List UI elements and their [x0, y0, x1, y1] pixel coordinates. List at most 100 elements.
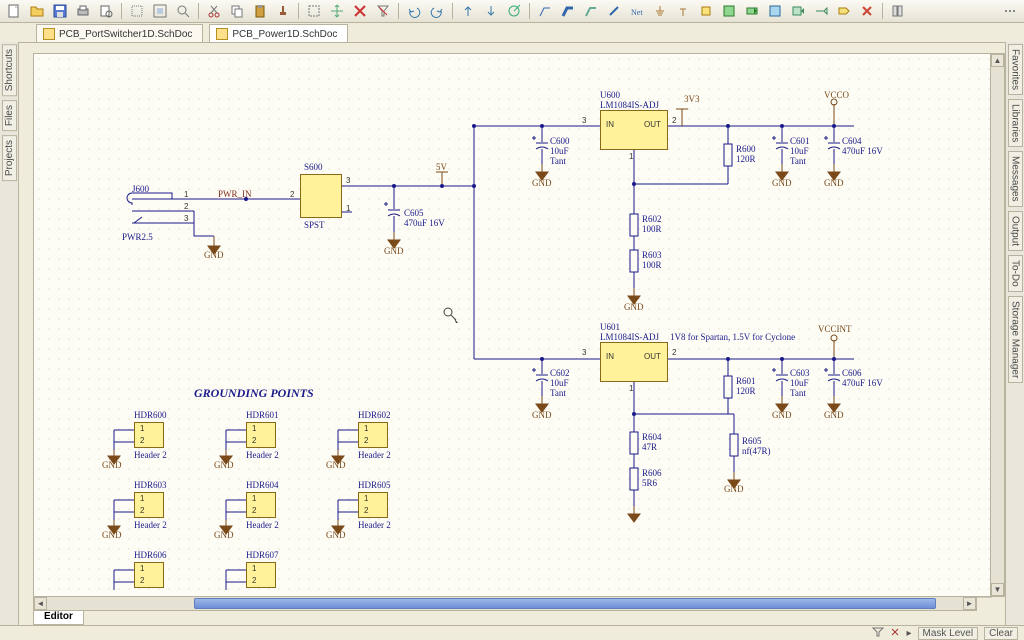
netlabel-pwr-in: PWR_IN	[218, 189, 252, 199]
browse-library-button[interactable]	[888, 1, 908, 21]
hdr606-pin1: 1	[140, 564, 144, 573]
tab-portswitcher[interactable]: PCB_PortSwitcher1D.SchDoc	[36, 24, 203, 43]
scroll-left-button[interactable]: ◄	[34, 597, 47, 610]
hdr602-gnd: GND	[326, 460, 346, 470]
j600-gnd: GND	[204, 250, 224, 260]
tab-power[interactable]: PCB_Power1D.SchDoc	[209, 24, 348, 43]
zoom-region-button[interactable]	[127, 1, 147, 21]
hdr603-gnd: GND	[102, 530, 122, 540]
c602-type: Tant	[550, 388, 566, 398]
tab-editor[interactable]: Editor	[33, 611, 84, 625]
scroll-up-button[interactable]: ▲	[991, 54, 1004, 67]
vertical-scrollbar[interactable]: ▲ ▼	[990, 53, 1005, 597]
hierarchy-up-button[interactable]	[458, 1, 478, 21]
place-wire-button[interactable]	[535, 1, 555, 21]
new-doc-button[interactable]	[4, 1, 24, 21]
panel-storage-manager[interactable]: Storage Manager	[1008, 296, 1023, 383]
c604-val: 470uF 16V	[842, 146, 883, 156]
panel-favorites[interactable]: Favorites	[1008, 44, 1023, 95]
panel-output[interactable]: Output	[1008, 211, 1023, 251]
paste-button[interactable]	[250, 1, 270, 21]
place-sheet-entry-button[interactable]	[742, 1, 762, 21]
c601-val: 10uF	[790, 146, 809, 156]
place-sheet-symbol-button[interactable]	[719, 1, 739, 21]
hdr600-pin1: 1	[140, 424, 144, 433]
move-button[interactable]	[327, 1, 347, 21]
c600-ref: C600	[550, 136, 570, 146]
place-bus-button[interactable]	[558, 1, 578, 21]
r600-val: 120R	[736, 154, 756, 164]
component-hdr603[interactable]	[134, 492, 164, 518]
place-harness-entry-button[interactable]	[811, 1, 831, 21]
scroll-right-button[interactable]: ►	[963, 597, 976, 610]
place-power-gnd-button[interactable]	[650, 1, 670, 21]
scroll-thumb[interactable]	[194, 598, 936, 609]
hierarchy-down-button[interactable]	[481, 1, 501, 21]
u601-in: IN	[606, 352, 614, 361]
clear-filter-button[interactable]	[373, 1, 393, 21]
j600-pin1: 1	[184, 190, 188, 199]
component-hdr604[interactable]	[246, 492, 276, 518]
cut-button[interactable]	[204, 1, 224, 21]
place-harness-conn-button[interactable]	[788, 1, 808, 21]
panel-shortcuts[interactable]: Shortcuts	[2, 44, 17, 96]
place-device-sheet-button[interactable]	[765, 1, 785, 21]
place-port-button[interactable]	[834, 1, 854, 21]
scroll-down-button[interactable]: ▼	[991, 583, 1004, 596]
c603-type: Tant	[790, 388, 806, 398]
r605-ref: R605	[742, 436, 762, 446]
component-hdr605[interactable]	[358, 492, 388, 518]
place-noerc-button[interactable]	[857, 1, 877, 21]
zoom-selected-button[interactable]	[173, 1, 193, 21]
redo-button[interactable]	[427, 1, 447, 21]
clear-button[interactable]: Clear	[984, 627, 1018, 640]
schematic-canvas[interactable]: .wire { stroke:#1a1a8a; stroke-width:1; …	[33, 53, 991, 597]
component-u601[interactable]	[600, 342, 668, 382]
u600-pin2: 2	[672, 116, 676, 125]
r604-val: 47R	[642, 442, 657, 452]
place-bus-entry-button[interactable]	[604, 1, 624, 21]
status-filter-icon[interactable]	[872, 627, 884, 640]
copy-button[interactable]	[227, 1, 247, 21]
print-button[interactable]	[73, 1, 93, 21]
hdr601-type: Header 2	[246, 450, 279, 460]
component-s600[interactable]	[300, 174, 342, 218]
panel-libraries[interactable]: Libraries	[1008, 99, 1023, 147]
component-u600[interactable]	[600, 110, 668, 150]
component-hdr601[interactable]	[246, 422, 276, 448]
c606-ref: C606	[842, 368, 862, 378]
undo-button[interactable]	[404, 1, 424, 21]
panel-files[interactable]: Files	[2, 100, 17, 131]
horizontal-scrollbar[interactable]: ◄ ►	[33, 596, 977, 611]
save-button[interactable]	[50, 1, 70, 21]
hdr600-pin2: 2	[140, 436, 144, 445]
r603-gnd: GND	[624, 302, 644, 312]
component-hdr607[interactable]	[246, 562, 276, 588]
rubberstamp-button[interactable]	[273, 1, 293, 21]
component-hdr602[interactable]	[358, 422, 388, 448]
place-netlabel-button[interactable]: Net	[627, 1, 647, 21]
component-hdr606[interactable]	[134, 562, 164, 588]
place-signal-harness-button[interactable]	[581, 1, 601, 21]
panel-projects[interactable]: Projects	[2, 135, 17, 181]
cross-probe-button[interactable]	[504, 1, 524, 21]
hdr607-ref: HDR607	[246, 550, 279, 560]
r603-ref: R603	[642, 250, 662, 260]
select-lasso-button[interactable]	[304, 1, 324, 21]
print-preview-button[interactable]	[96, 1, 116, 21]
component-hdr600[interactable]	[134, 422, 164, 448]
r605-val: nf(47R)	[742, 446, 771, 456]
open-button[interactable]	[27, 1, 47, 21]
hdr604-ref: HDR604	[246, 480, 279, 490]
zoom-fit-button[interactable]	[150, 1, 170, 21]
status-chevron-icon[interactable]: ▸	[906, 628, 911, 639]
panel-messages[interactable]: Messages	[1008, 151, 1023, 207]
place-power-vcc-button[interactable]	[673, 1, 693, 21]
panel-todo[interactable]: To-Do	[1008, 255, 1023, 292]
status-pin-icon[interactable]	[890, 627, 900, 640]
hdr605-ref: HDR605	[358, 480, 391, 490]
deselect-button[interactable]	[350, 1, 370, 21]
place-part-button[interactable]	[696, 1, 716, 21]
mask-level-button[interactable]: Mask Level	[918, 627, 979, 640]
toolbar-overflow-button[interactable]	[1000, 1, 1020, 21]
